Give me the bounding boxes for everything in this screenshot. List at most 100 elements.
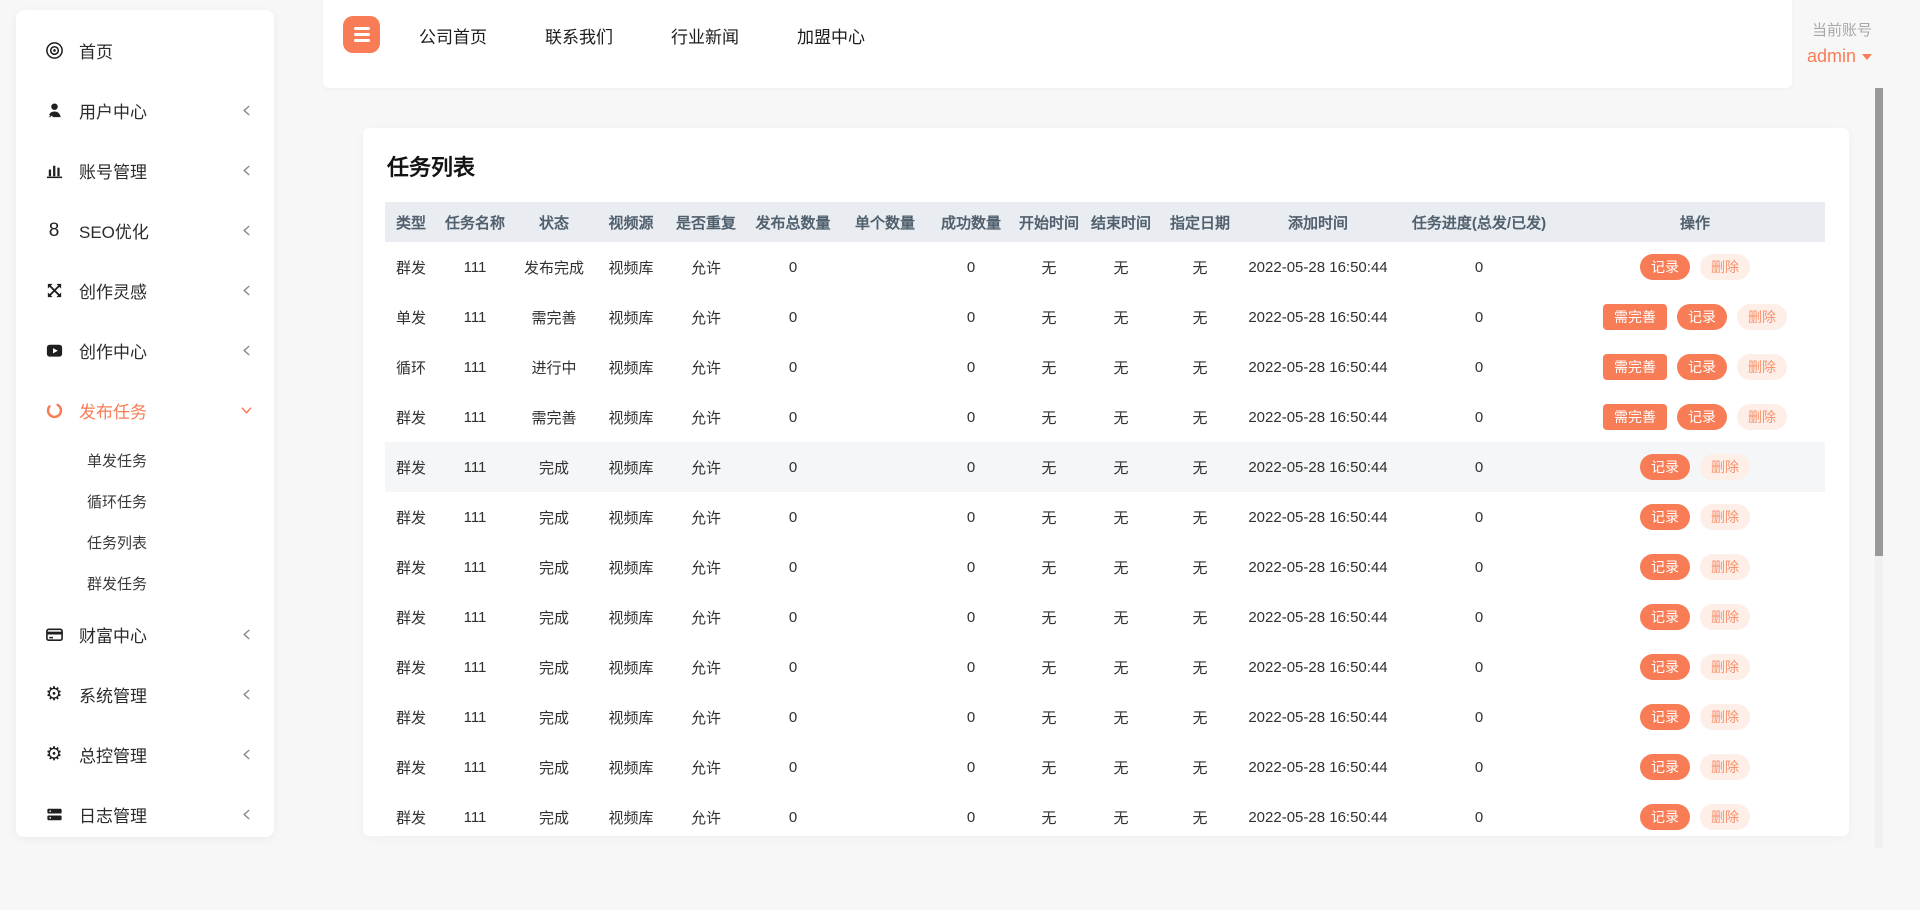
cell-single — [841, 292, 929, 342]
cell-progress: 0 — [1393, 742, 1565, 792]
column-header: 结束时间 — [1085, 202, 1157, 242]
cell-status: 需完善 — [513, 292, 595, 342]
record-button[interactable]: 记录 — [1640, 654, 1690, 680]
sidebar-item-6[interactable]: 发布任务 — [16, 380, 274, 440]
record-button[interactable]: 记录 — [1640, 504, 1690, 530]
cell-source: 视频库 — [595, 742, 667, 792]
cell-status: 完成 — [513, 442, 595, 492]
cell-start: 无 — [1013, 292, 1085, 342]
record-button[interactable]: 记录 — [1677, 404, 1727, 430]
record-button[interactable]: 记录 — [1640, 754, 1690, 780]
cell-end: 无 — [1085, 592, 1157, 642]
cell-start: 无 — [1013, 542, 1085, 592]
complete-button[interactable]: 需完善 — [1603, 404, 1667, 430]
cell-added: 2022-05-28 16:50:44 — [1243, 492, 1393, 542]
column-header: 操作 — [1565, 202, 1825, 242]
table-row: 群发111完成视频库允许00无无无2022-05-28 16:50:440记录删… — [385, 542, 1825, 592]
topbar-link-3[interactable]: 加盟中心 — [789, 23, 873, 48]
complete-button[interactable]: 需完善 — [1603, 304, 1667, 330]
record-button[interactable]: 记录 — [1640, 604, 1690, 630]
sidebar-item-8[interactable]: ⚙系统管理 — [16, 664, 274, 724]
cell-status: 完成 — [513, 792, 595, 836]
sidebar-subitem[interactable]: 任务列表 — [16, 522, 274, 563]
record-button[interactable]: 记录 — [1677, 304, 1727, 330]
sidebar-item-5[interactable]: 创作中心 — [16, 320, 274, 380]
topbar-link-2[interactable]: 行业新闻 — [663, 23, 747, 48]
table-row: 群发111完成视频库允许00无无无2022-05-28 16:50:440记录删… — [385, 692, 1825, 742]
cell-type: 群发 — [385, 542, 437, 592]
sidebar-item-9[interactable]: ⚙总控管理 — [16, 724, 274, 784]
delete-button[interactable]: 删除 — [1700, 604, 1750, 630]
cell-source: 视频库 — [595, 492, 667, 542]
record-button[interactable]: 记录 — [1677, 354, 1727, 380]
cell-actions: 需完善记录删除 — [1565, 342, 1825, 392]
sidebar-subitem[interactable]: 循环任务 — [16, 481, 274, 522]
record-button[interactable]: 记录 — [1640, 454, 1690, 480]
cell-name: 111 — [437, 642, 513, 692]
cell-status: 完成 — [513, 592, 595, 642]
gear-icon: ⚙ — [44, 744, 64, 764]
sidebar-item-4[interactable]: 创作灵感 — [16, 260, 274, 320]
record-button[interactable]: 记录 — [1640, 554, 1690, 580]
cell-name: 111 — [437, 742, 513, 792]
cell-total: 0 — [745, 442, 841, 492]
record-button[interactable]: 记录 — [1640, 254, 1690, 280]
column-header: 类型 — [385, 202, 437, 242]
table-row: 群发111完成视频库允许00无无无2022-05-28 16:50:440记录删… — [385, 592, 1825, 642]
cell-date: 无 — [1157, 242, 1243, 292]
cell-repeat: 允许 — [667, 392, 745, 442]
topbar-link-0[interactable]: 公司首页 — [411, 23, 495, 48]
table-row: 群发111需完善视频库允许00无无无2022-05-28 16:50:440需完… — [385, 392, 1825, 442]
account-dropdown[interactable]: admin — [1807, 46, 1872, 66]
sidebar-item-2[interactable]: 账号管理 — [16, 140, 274, 200]
delete-button[interactable]: 删除 — [1700, 504, 1750, 530]
delete-button[interactable]: 删除 — [1700, 804, 1750, 830]
topbar-link-1[interactable]: 联系我们 — [537, 23, 621, 48]
chevron-left-icon — [241, 105, 252, 116]
sidebar-item-0[interactable]: 首页 — [16, 20, 274, 80]
cell-status: 完成 — [513, 742, 595, 792]
delete-button[interactable]: 删除 — [1737, 404, 1787, 430]
sidebar-subitem[interactable]: 群发任务 — [16, 563, 274, 604]
delete-button[interactable]: 删除 — [1700, 554, 1750, 580]
table-row: 群发111完成视频库允许00无无无2022-05-28 16:50:440记录删… — [385, 492, 1825, 542]
sidebar-item-1[interactable]: 用户中心 — [16, 80, 274, 140]
cell-type: 群发 — [385, 642, 437, 692]
complete-button[interactable]: 需完善 — [1603, 354, 1667, 380]
table-row: 单发111需完善视频库允许00无无无2022-05-28 16:50:440需完… — [385, 292, 1825, 342]
cell-source: 视频库 — [595, 442, 667, 492]
cell-added: 2022-05-28 16:50:44 — [1243, 642, 1393, 692]
column-header: 任务进度(总发/已发) — [1393, 202, 1565, 242]
record-button[interactable]: 记录 — [1640, 704, 1690, 730]
cell-total: 0 — [745, 642, 841, 692]
cell-date: 无 — [1157, 792, 1243, 836]
delete-button[interactable]: 删除 — [1700, 254, 1750, 280]
sidebar-item-10[interactable]: 日志管理 — [16, 784, 274, 837]
cell-single — [841, 442, 929, 492]
hamburger-menu-button[interactable] — [343, 16, 380, 53]
cell-status: 进行中 — [513, 342, 595, 392]
sidebar-item-label: 创作灵感 — [79, 278, 147, 303]
record-button[interactable]: 记录 — [1640, 804, 1690, 830]
delete-button[interactable]: 删除 — [1700, 654, 1750, 680]
cell-repeat: 允许 — [667, 742, 745, 792]
sidebar-item-3[interactable]: 8SEO优化 — [16, 200, 274, 260]
cell-source: 视频库 — [595, 342, 667, 392]
cell-type: 循环 — [385, 342, 437, 392]
sidebar-item-7[interactable]: 财富中心 — [16, 604, 274, 664]
delete-button[interactable]: 删除 — [1737, 304, 1787, 330]
cell-date: 无 — [1157, 492, 1243, 542]
cell-type: 群发 — [385, 692, 437, 742]
delete-button[interactable]: 删除 — [1700, 704, 1750, 730]
sidebar-subitem[interactable]: 单发任务 — [16, 440, 274, 481]
cell-end: 无 — [1085, 692, 1157, 742]
delete-button[interactable]: 删除 — [1737, 354, 1787, 380]
scrollbar-thumb[interactable] — [1875, 88, 1883, 556]
cell-type: 群发 — [385, 492, 437, 542]
cell-actions: 记录删除 — [1565, 542, 1825, 592]
cell-name: 111 — [437, 392, 513, 442]
cell-end: 无 — [1085, 442, 1157, 492]
delete-button[interactable]: 删除 — [1700, 754, 1750, 780]
column-header: 视频源 — [595, 202, 667, 242]
delete-button[interactable]: 删除 — [1700, 454, 1750, 480]
